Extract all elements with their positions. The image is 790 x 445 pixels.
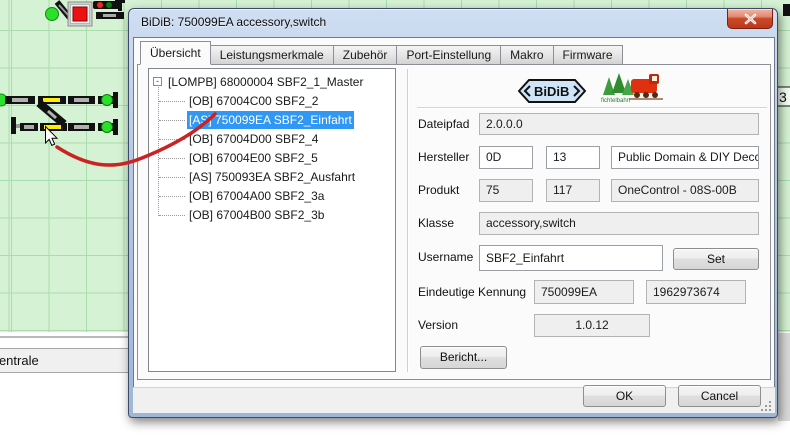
tab-bar: Übersicht Leistungsmerkmale Zubehör Port… [141, 41, 623, 65]
stop-icon [73, 7, 87, 21]
svg-text:3: 3 [779, 89, 787, 105]
tab-port-einstellung[interactable]: Port-Einstellung [396, 45, 501, 65]
panel-separator [407, 69, 408, 372]
tab-makro[interactable]: Makro [500, 45, 553, 65]
tree-item-label[interactable]: [OB] 67004E00 SBF2_5 [187, 149, 320, 167]
klasse-label: Klasse [418, 216, 454, 232]
zentrale-panel-title: Zentrale [0, 349, 39, 372]
ok-button[interactable]: OK [583, 385, 666, 407]
tree-item-label[interactable]: [OB] 67004D00 SBF2_4 [187, 130, 320, 148]
tab-firmware[interactable]: Firmware [553, 45, 623, 65]
cancel-button[interactable]: Cancel [678, 385, 761, 407]
track-segment [783, 4, 790, 16]
right-edge-panel [778, 333, 790, 421]
buffer-stop-icon[interactable] [11, 117, 16, 134]
tree-item-label[interactable]: [OB] 67004A00 SBF2_3a [187, 187, 326, 205]
tree-item-label[interactable]: [OB] 67004B00 SBF2_3b [187, 206, 326, 224]
hersteller-dec-input[interactable]: 13 [546, 146, 600, 169]
username-label: Username [418, 250, 473, 266]
tree-item-label[interactable]: [LOMPB] 68000004 SBF2_1_Master [166, 73, 365, 91]
bidib-logo: BiDiB [518, 78, 586, 104]
turnout-indicator-icon[interactable] [102, 122, 113, 133]
version-field: 1.0.12 [534, 314, 650, 337]
bidib-node-dialog: BiDiB: 750099EA accessory,switch Übersic… [128, 8, 778, 418]
turnout-indicator-icon[interactable] [102, 95, 113, 106]
stop-button[interactable] [68, 2, 92, 26]
turnout-indicator-icon[interactable] [46, 8, 59, 21]
version-label: Version [418, 318, 458, 334]
produkt-label: Produkt [418, 183, 459, 199]
tab-leistungsmerkmale[interactable]: Leistungsmerkmale [210, 45, 334, 65]
hersteller-hex-input[interactable]: 0D [479, 146, 533, 169]
dateipfad-field: 2.0.0.0 [479, 113, 759, 135]
produkt-dec-field: 117 [546, 179, 600, 202]
track-end-marker [113, 119, 118, 135]
produkt-hex-field: 75 [479, 179, 533, 202]
close-icon [744, 13, 757, 25]
fichtelbahn-logo: fichtelbahn [595, 69, 667, 109]
svg-text:BiDiB: BiDiB [534, 84, 569, 99]
produkt-name-field: OneControl - 08S-00B [611, 179, 759, 202]
username-input[interactable]: SBF2_Einfahrt [479, 245, 663, 271]
hersteller-label: Hersteller [418, 150, 469, 166]
resize-grip[interactable] [761, 401, 773, 413]
bericht-button[interactable]: Bericht... [420, 346, 507, 369]
klasse-field: accessory,switch [479, 212, 759, 235]
svg-text:fichtelbahn: fichtelbahn [601, 98, 630, 104]
header-separator [417, 107, 767, 108]
node-tree[interactable]: - [LOMPB] 68000004 SBF2_1_Master [OB] 67… [148, 68, 396, 372]
kennung-dec-field: 1962973674 [646, 280, 746, 304]
kennung-hex-field: 750099EA [534, 280, 634, 304]
tab-uebersicht[interactable]: Übersicht [140, 41, 211, 65]
hersteller-name-field[interactable]: Public Domain & DIY Decc [611, 146, 759, 169]
dateipfad-label: Dateipfad [418, 117, 469, 133]
close-button[interactable] [727, 9, 773, 29]
set-button[interactable]: Set [673, 248, 759, 270]
signal-icon[interactable] [93, 0, 125, 11]
track-end-marker [113, 92, 118, 108]
dialog-title: BiDiB: 750099EA accessory,switch [141, 15, 326, 29]
tree-item-label[interactable]: [OB] 67004C00 SBF2_2 [187, 92, 320, 110]
kennung-label: Eindeutige Kennung [418, 285, 526, 301]
tree-item-label[interactable]: [AS] 750093EA SBF2_Ausfahrt [187, 168, 357, 186]
tab-zubehoer[interactable]: Zubehör [333, 45, 398, 65]
expand-minus-icon[interactable]: - [153, 77, 162, 86]
tree-item-label[interactable]: [AS] 750099EA SBF2_Einfahrt [187, 111, 354, 129]
